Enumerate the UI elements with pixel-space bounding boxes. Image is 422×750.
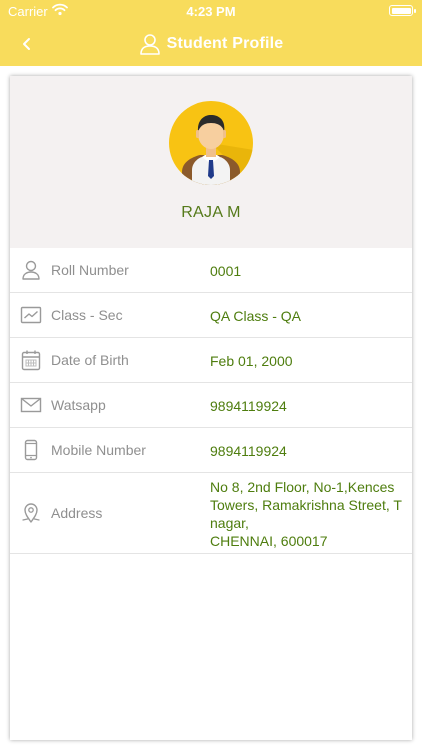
address-value: No 8, 2nd Floor, No-1,Kences Towers, Ram… xyxy=(210,478,405,550)
mobile-number-value: 9894119924 xyxy=(210,443,287,459)
address-label: Address xyxy=(51,505,103,521)
student-name: RAJA M xyxy=(181,204,241,221)
mail-icon xyxy=(20,397,42,413)
date-of-birth-value: Feb 01, 2000 xyxy=(210,353,293,369)
status-bar: Carrier 4:23 PM xyxy=(0,0,422,22)
calendar-icon xyxy=(21,350,41,371)
field-roll-number: Roll Number 0001 xyxy=(10,248,412,293)
mobile-number-label: Mobile Number xyxy=(51,442,146,458)
date-of-birth-label: Date of Birth xyxy=(51,352,129,368)
chart-icon xyxy=(20,306,42,324)
profile-header: RAJA M xyxy=(10,76,412,248)
watsapp-value: 9894119924 xyxy=(210,398,287,414)
person-icon xyxy=(22,260,40,280)
phone-icon xyxy=(24,439,38,461)
profile-card: RAJA M Roll Number 0001 Class - Sec QA C… xyxy=(10,76,412,740)
field-date-of-birth: Date of Birth Feb 01, 2000 xyxy=(10,338,412,383)
nav-title-group: Student Profile xyxy=(0,32,422,56)
field-address: Address No 8, 2nd Floor, No-1,Kences Tow… xyxy=(10,473,412,554)
address-line: nagar, xyxy=(210,515,249,531)
address-line: Towers, Ramakrishna Street, T xyxy=(210,497,402,513)
address-line: CHENNAI, 600017 xyxy=(210,533,328,549)
person-outline-icon xyxy=(139,34,160,55)
field-mobile-number: Mobile Number 9894119924 xyxy=(10,428,412,473)
address-line: No 8, 2nd Floor, No-1,Kences xyxy=(210,479,395,495)
battery-icon xyxy=(389,5,416,16)
field-watsapp: Watsapp 9894119924 xyxy=(10,383,412,428)
watsapp-label: Watsapp xyxy=(51,397,106,413)
roll-number-label: Roll Number xyxy=(51,262,129,278)
roll-number-value: 0001 xyxy=(210,263,242,279)
nav-bar: Student Profile xyxy=(0,22,422,66)
class-sec-label: Class - Sec xyxy=(51,307,123,323)
status-time: 4:23 PM xyxy=(186,4,236,19)
field-class-sec: Class - Sec QA Class - QA xyxy=(10,293,412,338)
page-title: Student Profile xyxy=(166,35,284,52)
class-sec-value: QA Class - QA xyxy=(210,308,302,324)
app-header: Carrier 4:23 PM Student Profile xyxy=(0,0,422,66)
location-icon xyxy=(22,503,40,523)
student-avatar-icon xyxy=(168,100,254,186)
